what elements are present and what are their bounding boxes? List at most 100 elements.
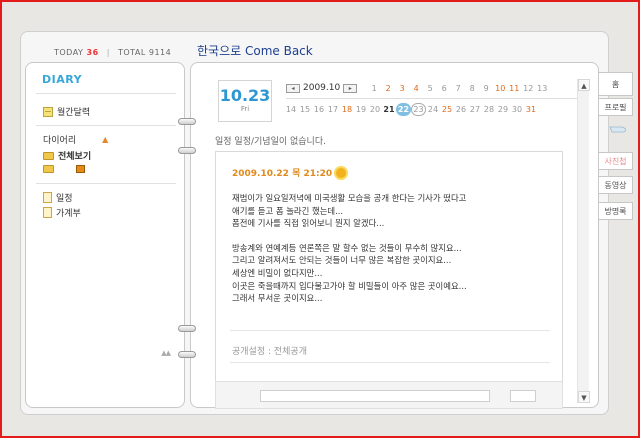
- calendar-day[interactable]: 21: [382, 105, 396, 114]
- selected-day: Fri: [240, 105, 250, 113]
- calendar-day[interactable]: 15: [298, 105, 312, 114]
- calendar-row-2: 14 15 16 17 18 19 20 21 22 23 24 25 26 2…: [284, 101, 538, 117]
- post-date: 2009.10.22 목 21:20: [232, 166, 347, 179]
- folder-icons-row: [43, 165, 85, 173]
- folder-icon[interactable]: [43, 165, 54, 173]
- calendar-day[interactable]: 24: [426, 105, 440, 114]
- schedule-link[interactable]: 일정: [43, 191, 73, 204]
- ledger-link[interactable]: 가계부: [43, 206, 81, 219]
- calendar-day[interactable]: 29: [496, 105, 510, 114]
- all-view-label: 전체보기: [58, 152, 92, 162]
- calendar-divider: [286, 98, 582, 99]
- calendar-day[interactable]: 31: [524, 105, 538, 114]
- today-count: 36: [86, 48, 99, 57]
- schedule-icon: [43, 192, 52, 203]
- binder-ring: [178, 351, 196, 358]
- next-month-button[interactable]: ▸: [343, 83, 358, 93]
- calendar-day[interactable]: 7: [451, 84, 465, 93]
- calendar-day[interactable]: 2: [381, 84, 395, 93]
- prev-month-button[interactable]: ◂: [286, 83, 300, 93]
- post-line: 애기를 듣고 폼 놀라긴 했는데...: [232, 205, 344, 216]
- main-content: 10.23 Fri ◂ 2009.10 ▸ 1 2 3 4 5 6 7 8 9 …: [190, 62, 599, 409]
- schedule-notice: 일정 일정/기념일이 없습니다.: [215, 137, 326, 147]
- homepage-title[interactable]: 한국으로 Come Back: [197, 42, 313, 59]
- post-line: 세상엔 비밀이 없다지만...: [232, 267, 323, 278]
- scroll-down-icon[interactable]: ▼: [578, 391, 590, 403]
- tab-photo[interactable]: 사진첩: [599, 152, 633, 170]
- diary-section-header[interactable]: 다이어리 ▲: [43, 133, 108, 146]
- diary-post: 2009.10.22 목 21:20 재범이가 일요일저녁에 미국생활 모습을 …: [215, 151, 563, 409]
- post-line: 이곳은 죽을때까지 입다물고가야 할 비밀들이 아주 많은 곳이예요...: [232, 280, 467, 291]
- tab-home[interactable]: 홈: [599, 72, 633, 96]
- calendar-day[interactable]: 3: [395, 84, 409, 93]
- monthly-calendar-label: 월간달력: [57, 108, 91, 118]
- calendar-day[interactable]: 10: [493, 84, 507, 93]
- scroll-arrows-icon[interactable]: ▲▲: [161, 349, 171, 357]
- sun-icon: [336, 167, 347, 178]
- calendar-day[interactable]: 18: [340, 105, 354, 114]
- calendar-day[interactable]: 1: [367, 84, 381, 93]
- calendar-day[interactable]: 28: [482, 105, 496, 114]
- ledger-label: 가계부: [56, 209, 81, 219]
- calendar-day-selected[interactable]: 22: [396, 102, 411, 116]
- binder-ring: [178, 118, 196, 125]
- calendar-row-1: ◂ 2009.10 ▸ 1 2 3 4 5 6 7 8 9 10 11 12 1…: [286, 80, 549, 96]
- calendar-strip: ◂ 2009.10 ▸ 1 2 3 4 5 6 7 8 9 10 11 12 1…: [286, 80, 582, 122]
- calendar-day[interactable]: 5: [423, 84, 437, 93]
- post-date-text: 2009.10.22 목 21:20: [232, 169, 333, 179]
- calendar-day[interactable]: 9: [479, 84, 493, 93]
- calendar-day[interactable]: 27: [468, 105, 482, 114]
- visibility-setting: 공개설정 : 전체공개: [232, 347, 307, 357]
- post-line: 재범이가 일요일저녁에 미국생활 모습을 공개 한다는 기사가 떴다고: [232, 193, 467, 203]
- all-view-link[interactable]: 전체보기: [43, 149, 91, 162]
- post-line: 방송계와 연예계등 연론쪽은 말 할수 없는 것들이 무수히 많지요...: [232, 242, 462, 253]
- binder-ring: [178, 325, 196, 332]
- comment-input[interactable]: [260, 390, 490, 402]
- tab-video[interactable]: 동영상: [599, 176, 633, 194]
- calendar-day[interactable]: 4: [409, 84, 423, 93]
- post-line: 그리고 알려져서도 안되는 것들이 너무 많은 복잡한 곳이지요...: [232, 255, 452, 266]
- calendar-day[interactable]: 13: [535, 84, 549, 93]
- calendar-day[interactable]: 6: [437, 84, 451, 93]
- tab-profile[interactable]: 프로필: [599, 98, 633, 116]
- calendar-day[interactable]: 16: [312, 105, 326, 114]
- calendar-icon: [43, 106, 53, 117]
- calendar-day[interactable]: 30: [510, 105, 524, 114]
- calendar-day[interactable]: 19: [354, 105, 368, 114]
- vertical-scrollbar[interactable]: ▲ ▼: [577, 79, 590, 403]
- calendar-day[interactable]: 25: [440, 105, 454, 114]
- diary-title: DIARY: [42, 73, 83, 86]
- calendar-day[interactable]: 26: [454, 105, 468, 114]
- divider: [36, 183, 176, 184]
- visitor-counter: TODAY 36 | TOTAL 9114: [54, 48, 171, 57]
- calendar-day-today[interactable]: 23: [411, 102, 426, 116]
- calendar-day[interactable]: 20: [368, 105, 382, 114]
- calendar-day[interactable]: 14: [284, 105, 298, 114]
- post-line: 그래서 무서운 곳이지요...: [232, 293, 323, 304]
- calendar-day[interactable]: 17: [326, 105, 340, 114]
- comment-area: [215, 381, 563, 409]
- post-gap: [232, 230, 552, 242]
- total-label: TOTAL: [117, 48, 146, 57]
- today-label: TODAY: [54, 48, 84, 57]
- post-line: 폼전에 기사를 직접 읽어보니 뭔지 알겠다...: [232, 218, 385, 229]
- divider: [230, 330, 550, 331]
- ledger-icon: [43, 207, 52, 218]
- calendar-day[interactable]: 12: [521, 84, 535, 93]
- binder-ring: [178, 147, 196, 154]
- total-count: 9114: [148, 48, 172, 57]
- diary-section-label: 다이어리: [43, 136, 77, 146]
- counter-separator: |: [106, 48, 110, 57]
- orange-folder-icon[interactable]: [76, 165, 85, 173]
- divider: [230, 362, 550, 363]
- tab-guestbook[interactable]: 방명록: [599, 202, 633, 220]
- caret-up-icon[interactable]: ▲: [102, 135, 108, 144]
- clip-icon: [609, 126, 626, 133]
- folder-open-icon: [43, 151, 54, 160]
- calendar-day[interactable]: 11: [507, 84, 521, 93]
- monthly-calendar-link[interactable]: 월간달력: [43, 105, 90, 118]
- comment-submit-button[interactable]: [510, 390, 536, 402]
- calendar-day[interactable]: 8: [465, 84, 479, 93]
- selected-date: 10.23: [219, 86, 271, 105]
- scroll-up-icon[interactable]: ▲: [578, 79, 590, 91]
